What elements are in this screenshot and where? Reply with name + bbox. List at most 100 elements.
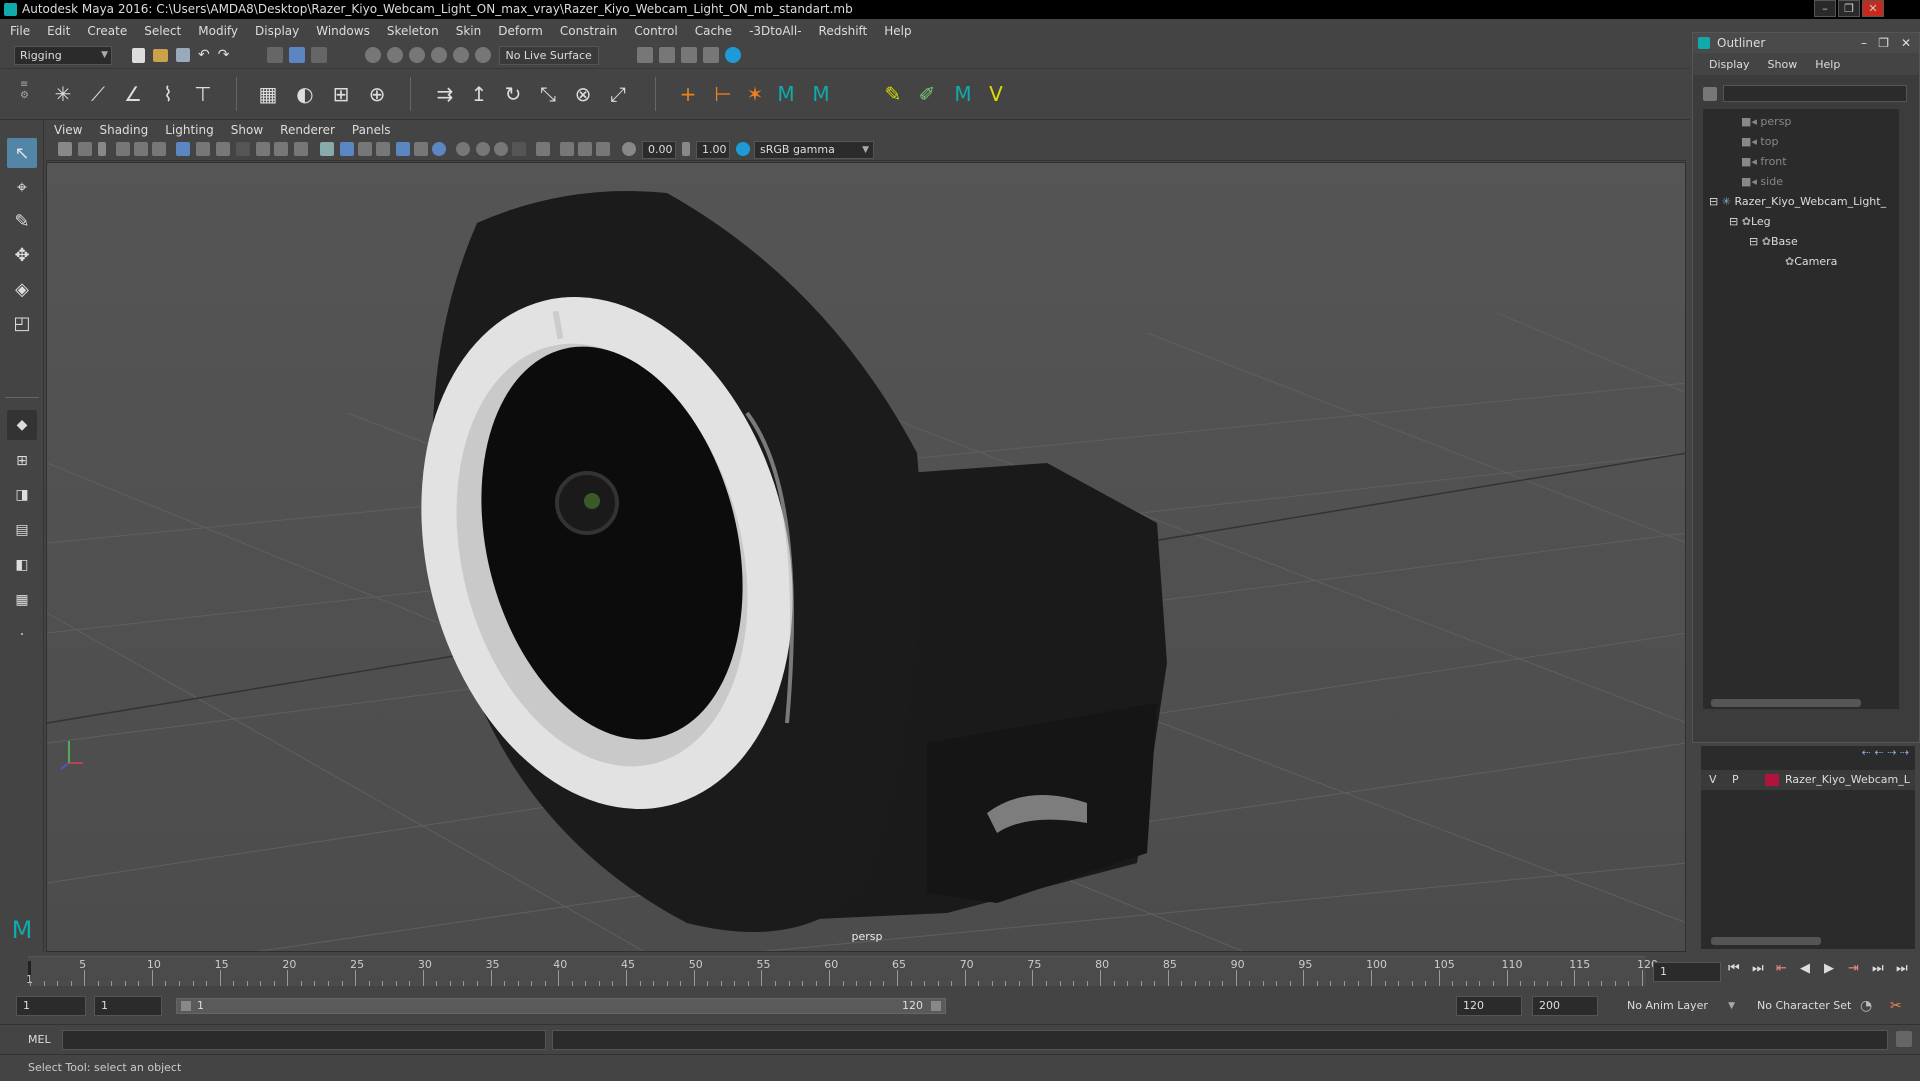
- playback-start-field[interactable]: 1: [94, 996, 162, 1016]
- xray-joints-icon[interactable]: [578, 142, 592, 156]
- menu-redshift[interactable]: Redshift: [819, 24, 868, 38]
- snap-curve-icon[interactable]: [387, 47, 404, 63]
- mirror-joint-icon[interactable]: ⊤: [190, 81, 216, 107]
- panel-menu-renderer[interactable]: Renderer: [280, 123, 335, 137]
- move-tool-icon[interactable]: ✥: [7, 240, 37, 270]
- layer-buttons-icon[interactable]: ⇠ ⇠ ⇢ ⇢: [1862, 746, 1909, 759]
- time-slider[interactable]: 1 5 10 15 20 25 30 35 40 45 50 55 60 65 70 75 80 85 90 95 1…: [0, 952, 1920, 990]
- snap-view-icon[interactable]: [431, 47, 448, 63]
- script-editor-icon[interactable]: [1896, 1031, 1912, 1047]
- layer-playback-toggle[interactable]: P: [1732, 773, 1739, 786]
- image-plane-icon[interactable]: [116, 142, 130, 156]
- insert-joint-icon[interactable]: ⌇: [155, 81, 181, 107]
- tree-item-top[interactable]: ■◂ top: [1741, 133, 1778, 151]
- character-set-dropdown[interactable]: No Character Set: [1750, 996, 1868, 1016]
- hypershade-layout-icon[interactable]: ▦: [7, 585, 37, 615]
- maximize-button[interactable]: ❐: [1838, 0, 1860, 17]
- locator-icon[interactable]: +: [675, 81, 701, 107]
- tree-item-persp[interactable]: ■◂ persp: [1741, 113, 1791, 131]
- rotate-tool-icon[interactable]: ◈: [7, 274, 37, 304]
- script-language-toggle[interactable]: MEL: [28, 1033, 51, 1046]
- hypershade-icon[interactable]: [725, 47, 742, 63]
- paint-weights-icon[interactable]: ✎: [880, 81, 906, 107]
- maya-m2-icon[interactable]: M: [808, 81, 834, 107]
- range-start-handle[interactable]: [181, 1001, 191, 1011]
- menu-constrain[interactable]: Constrain: [560, 24, 618, 38]
- wireframe-icon[interactable]: [320, 142, 334, 156]
- collapse-icon[interactable]: ⊟: [1729, 215, 1738, 228]
- ik-handle-icon[interactable]: ⟋: [85, 81, 111, 107]
- safe-action-icon[interactable]: [274, 142, 288, 156]
- layer-visibility-toggle[interactable]: V: [1709, 773, 1717, 786]
- render-frame-icon[interactable]: [681, 47, 698, 63]
- camera-select-icon[interactable]: [58, 142, 72, 156]
- create-joints-icon[interactable]: ✳: [50, 81, 76, 107]
- depth-of-field-icon[interactable]: [512, 142, 526, 156]
- outliner-maximize-button[interactable]: ❐: [1878, 33, 1889, 53]
- anti-aliasing-icon[interactable]: [494, 142, 508, 156]
- play-forward-icon[interactable]: ▶: [1824, 961, 1834, 976]
- redshift-v-icon[interactable]: V: [983, 81, 1009, 107]
- outliner-persp-layout-icon[interactable]: ◧: [7, 550, 37, 580]
- live-surface-field[interactable]: No Live Surface: [499, 45, 600, 65]
- menu-edit[interactable]: Edit: [47, 24, 70, 38]
- redo-icon[interactable]: ↷: [218, 47, 230, 63]
- time-slider-track[interactable]: 1 5 10 15 20 25 30 35 40 45 50 55 60 65 70 75 80 85 90 95 1…: [26, 956, 1658, 986]
- select-tool-icon[interactable]: ↖: [7, 138, 37, 168]
- command-input[interactable]: [62, 1030, 546, 1050]
- tree-item-root[interactable]: ⊟ ✳ Razer_Kiyo_Webcam_Light_: [1709, 193, 1886, 211]
- collapse-icon[interactable]: ⊟: [1749, 235, 1758, 248]
- outliner-hscrollbar[interactable]: [1711, 699, 1861, 707]
- minimize-button[interactable]: –: [1814, 0, 1836, 17]
- menu-modify[interactable]: Modify: [198, 24, 238, 38]
- blend-icon[interactable]: ✶: [742, 81, 768, 107]
- step-forward-frame-icon[interactable]: ⇥: [1848, 961, 1859, 976]
- resolution-gate-icon[interactable]: [216, 142, 230, 156]
- anim-layer-dropdown[interactable]: No Anim Layer ▼: [1620, 996, 1738, 1016]
- film-gate-icon[interactable]: [196, 142, 210, 156]
- paint-select-icon[interactable]: ✎: [7, 206, 37, 236]
- menu-deform[interactable]: Deform: [498, 24, 543, 38]
- snap-live-icon[interactable]: [475, 47, 492, 63]
- tree-item-leg[interactable]: ⊟ ✿Leg: [1729, 213, 1771, 231]
- anim-start-field[interactable]: 1: [16, 996, 86, 1016]
- play-backward-icon[interactable]: ◀: [1800, 961, 1810, 976]
- four-view-layout-icon[interactable]: ⊞: [7, 446, 37, 476]
- grease-pencil-icon[interactable]: [152, 142, 166, 156]
- select-object-icon[interactable]: [289, 47, 306, 63]
- tree-item-side[interactable]: ■◂ side: [1741, 173, 1783, 191]
- scale-tool-icon[interactable]: ◰: [7, 308, 37, 338]
- maya-m-icon[interactable]: M: [773, 81, 799, 107]
- single-perspective-layout-icon[interactable]: ◆: [7, 410, 37, 440]
- xray-components-icon[interactable]: [596, 142, 610, 156]
- menu-create[interactable]: Create: [87, 24, 127, 38]
- auto-key-icon[interactable]: ◔: [1860, 998, 1872, 1014]
- wireframe-on-shaded-icon[interactable]: [376, 142, 390, 156]
- panel-menu-shading[interactable]: Shading: [99, 123, 148, 137]
- use-lights-icon[interactable]: [414, 142, 428, 156]
- menu-select[interactable]: Select: [144, 24, 181, 38]
- gamma-field[interactable]: 1.00: [696, 141, 730, 159]
- menuset-dropdown[interactable]: Rigging ▼: [14, 45, 112, 65]
- isolate-select-icon[interactable]: [536, 142, 550, 156]
- ik-fk-icon[interactable]: ⊢: [710, 81, 736, 107]
- menu-3dtoall[interactable]: -3DtoAll-: [749, 24, 801, 38]
- gate-mask-icon[interactable]: [236, 142, 250, 156]
- exposure-field[interactable]: 0.00: [642, 141, 676, 159]
- outliner-menu-display[interactable]: Display: [1709, 58, 1750, 71]
- shadows-icon[interactable]: [432, 142, 446, 156]
- 2d-pan-zoom-icon[interactable]: [134, 142, 148, 156]
- anim-end-field[interactable]: 200: [1532, 996, 1598, 1016]
- layer-color-swatch[interactable]: [1765, 774, 1779, 786]
- layer-row[interactable]: V P Razer_Kiyo_Webcam_L: [1701, 770, 1915, 790]
- panel-menu-lighting[interactable]: Lighting: [165, 123, 214, 137]
- lasso-tool-icon[interactable]: ⌖: [7, 172, 37, 202]
- aim-constraint-icon[interactable]: ↥: [466, 81, 492, 107]
- field-chart-icon[interactable]: [256, 142, 270, 156]
- color-management-icon[interactable]: [736, 142, 750, 156]
- shelf-options-icon[interactable]: ≡ ⚙: [20, 79, 29, 111]
- paint-attributes-icon[interactable]: ✐: [914, 81, 940, 107]
- select-hierarchy-icon[interactable]: [267, 47, 284, 63]
- persp-outliner-layout-icon[interactable]: ◨: [7, 480, 37, 510]
- camera-attributes-icon[interactable]: [78, 142, 92, 156]
